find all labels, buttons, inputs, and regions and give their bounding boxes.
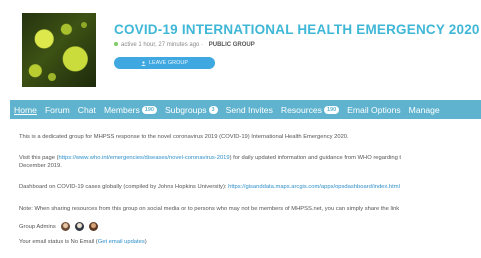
- nav-item-email-options[interactable]: Email Options: [343, 100, 405, 119]
- nav-item-forum[interactable]: Forum: [41, 100, 74, 119]
- nav-item-label: Subgroups: [164, 104, 207, 115]
- nav-item-chat[interactable]: Chat: [74, 100, 100, 119]
- group-meta: active 1 hour, 27 minutes ago · PUBLIC G…: [114, 42, 255, 48]
- group-cover-image: [22, 13, 96, 87]
- group-admins-label: Group Admins: [19, 223, 56, 230]
- get-email-updates-link[interactable]: Get email updates: [98, 239, 145, 245]
- nav-item-subgroups[interactable]: Subgroups 3: [161, 100, 222, 119]
- nav-item-label: Chat: [77, 104, 96, 115]
- nav-item-label: Home: [14, 104, 37, 115]
- admin-avatar[interactable]: [60, 222, 70, 231]
- members-count-badge: 190: [141, 105, 157, 114]
- nav-item-resources[interactable]: Resources 190: [277, 100, 343, 119]
- group-header: COVID-19 INTERNATIONAL HEALTH EMERGENCY …: [0, 0, 481, 98]
- nav-item-label: Members: [103, 104, 140, 115]
- nav-item-label: Forum: [44, 104, 70, 115]
- email-status-text: Your email status is No Email (Get email…: [19, 239, 147, 245]
- subgroups-count-badge: 3: [208, 105, 218, 114]
- nav-item-label: Email Options: [347, 104, 401, 115]
- group-nav: Home Forum Chat Members 190 Subgroups 3 Se…: [10, 100, 481, 119]
- visit-suffix: ) for daily updated information and guid…: [229, 155, 402, 161]
- admin-avatar[interactable]: [88, 222, 98, 231]
- nav-item-send-invites[interactable]: Send Invites: [222, 100, 277, 119]
- who-link[interactable]: https://www.who.int/emergencies/diseases…: [59, 155, 230, 161]
- nav-item-label: Manage: [408, 104, 440, 115]
- nav-item-manage[interactable]: Manage: [405, 100, 444, 119]
- user-icon: [141, 60, 146, 66]
- nav-item-home[interactable]: Home: [10, 100, 41, 119]
- intro-text: This is a dedicated group for MHPSS resp…: [19, 134, 349, 140]
- leave-group-label: LEAVE GROUP: [148, 60, 189, 66]
- virus-illustration-icon: [29, 22, 87, 81]
- dashboard-prefix: Dashboard on COVID-19 cases globally (co…: [19, 184, 229, 190]
- sharing-note-text: Note: When sharing resources from this g…: [19, 206, 400, 212]
- active-status-dot-icon: [114, 42, 118, 46]
- email-suffix: ): [144, 239, 147, 245]
- dashboard-link[interactable]: https://gisanddata.maps.arcgis.com/apps/…: [228, 184, 400, 190]
- nav-item-members[interactable]: Members 190: [100, 100, 161, 119]
- resources-count-badge: 190: [323, 105, 340, 114]
- nav-item-label: Resources: [280, 104, 322, 115]
- admin-avatar[interactable]: [74, 222, 84, 231]
- nav-item-label: Send Invites: [225, 104, 273, 115]
- visit-prefix: Visit this page (: [19, 155, 59, 161]
- group-active-time: active 1 hour, 27 minutes ago: [121, 42, 200, 48]
- who-guidance-text-continued: December 2019.: [19, 163, 62, 169]
- meta-separator: ·: [201, 42, 204, 48]
- group-title: COVID-19 INTERNATIONAL HEALTH EMERGENCY …: [114, 22, 480, 37]
- group-admins: Group Admins: [19, 222, 98, 231]
- dashboard-text: Dashboard on COVID-19 cases globally (co…: [19, 184, 400, 190]
- group-type: PUBLIC GROUP: [208, 42, 255, 48]
- who-guidance-text: Visit this page (https://www.who.int/eme…: [19, 155, 401, 161]
- leave-group-button[interactable]: LEAVE GROUP: [114, 57, 215, 69]
- email-prefix: Your email status is No Email (: [19, 239, 98, 245]
